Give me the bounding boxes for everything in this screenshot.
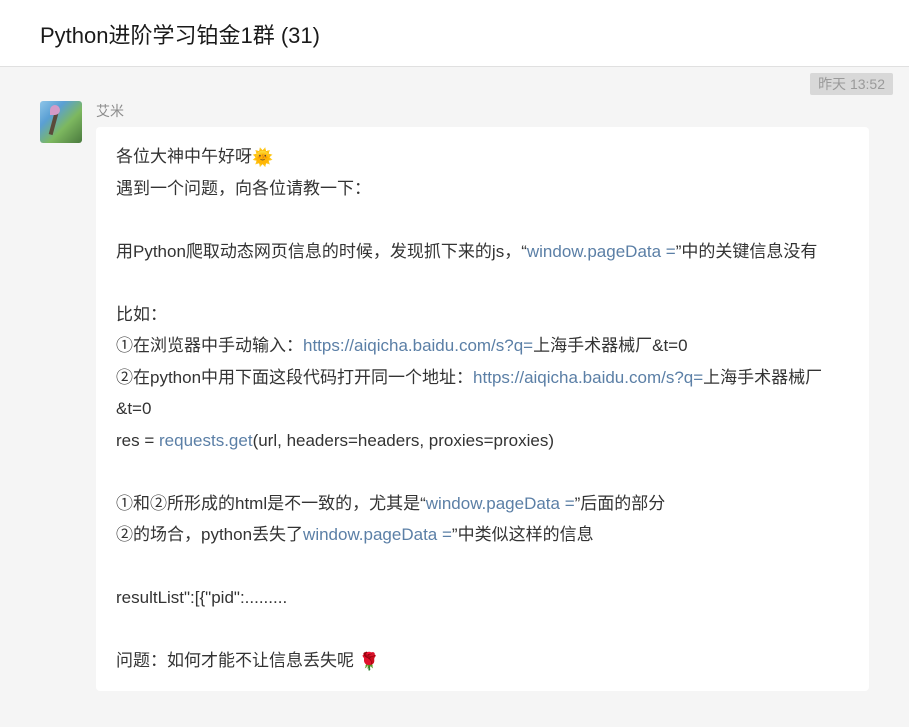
- sun-emoji: 🌞: [252, 142, 273, 173]
- line-step1: ①在浏览器中手动输入：https://aiqicha.baidu.com/s?q…: [116, 330, 849, 361]
- requests-get-link[interactable]: requests.get: [159, 431, 253, 450]
- message-column: 艾米 各位大神中午好呀🌞 遇到一个问题，向各位请教一下： 用Python爬取动态…: [96, 101, 869, 691]
- blank-line: [116, 613, 849, 644]
- avatar[interactable]: [40, 101, 82, 143]
- chat-area: 昨天 13:52 艾米 各位大神中午好呀🌞 遇到一个问题，向各位请教一下： 用P…: [0, 67, 909, 691]
- pagedata-link-3[interactable]: window.pageData =: [303, 525, 452, 544]
- rose-emoji: 🌹: [359, 646, 380, 677]
- line-compare: ①和②所形成的html是不一致的，尤其是“window.pageData =”后…: [116, 488, 849, 519]
- sender-name[interactable]: 艾米: [96, 101, 869, 121]
- blank-line: [116, 550, 849, 581]
- line-step2: ②在python中用下面这段代码打开同一个地址：https://aiqicha.…: [116, 362, 849, 425]
- blank-line: [116, 205, 849, 236]
- line-loss: ②的场合，python丢失了window.pageData =”中类似这样的信息: [116, 519, 849, 550]
- line-greeting: 各位大神中午好呀🌞: [116, 141, 849, 173]
- line-code: res = requests.get(url, headers=headers,…: [116, 425, 849, 456]
- line-result: resultList":[{"pid":.........: [116, 582, 849, 613]
- chat-title: Python进阶学习铂金1群 (31): [40, 23, 320, 48]
- pagedata-link[interactable]: window.pageData =: [527, 242, 676, 261]
- line-intro: 遇到一个问题，向各位请教一下：: [116, 173, 849, 204]
- chat-header: Python进阶学习铂金1群 (31): [0, 0, 909, 67]
- url-link-2[interactable]: https://aiqicha.baidu.com/s?q=: [473, 368, 703, 387]
- message-row: 艾米 各位大神中午好呀🌞 遇到一个问题，向各位请教一下： 用Python爬取动态…: [0, 67, 909, 691]
- pagedata-link-2[interactable]: window.pageData =: [426, 494, 575, 513]
- line-eg: 比如：: [116, 299, 849, 330]
- timestamp-badge: 昨天 13:52: [810, 73, 893, 95]
- line-desc: 用Python爬取动态网页信息的时候，发现抓下来的js，“window.page…: [116, 236, 849, 267]
- blank-line: [116, 456, 849, 487]
- line-question: 问题：如何才能不让信息丢失呢 🌹: [116, 645, 849, 677]
- message-bubble: 各位大神中午好呀🌞 遇到一个问题，向各位请教一下： 用Python爬取动态网页信…: [96, 127, 869, 691]
- blank-line: [116, 268, 849, 299]
- url-link-1[interactable]: https://aiqicha.baidu.com/s?q=: [303, 336, 533, 355]
